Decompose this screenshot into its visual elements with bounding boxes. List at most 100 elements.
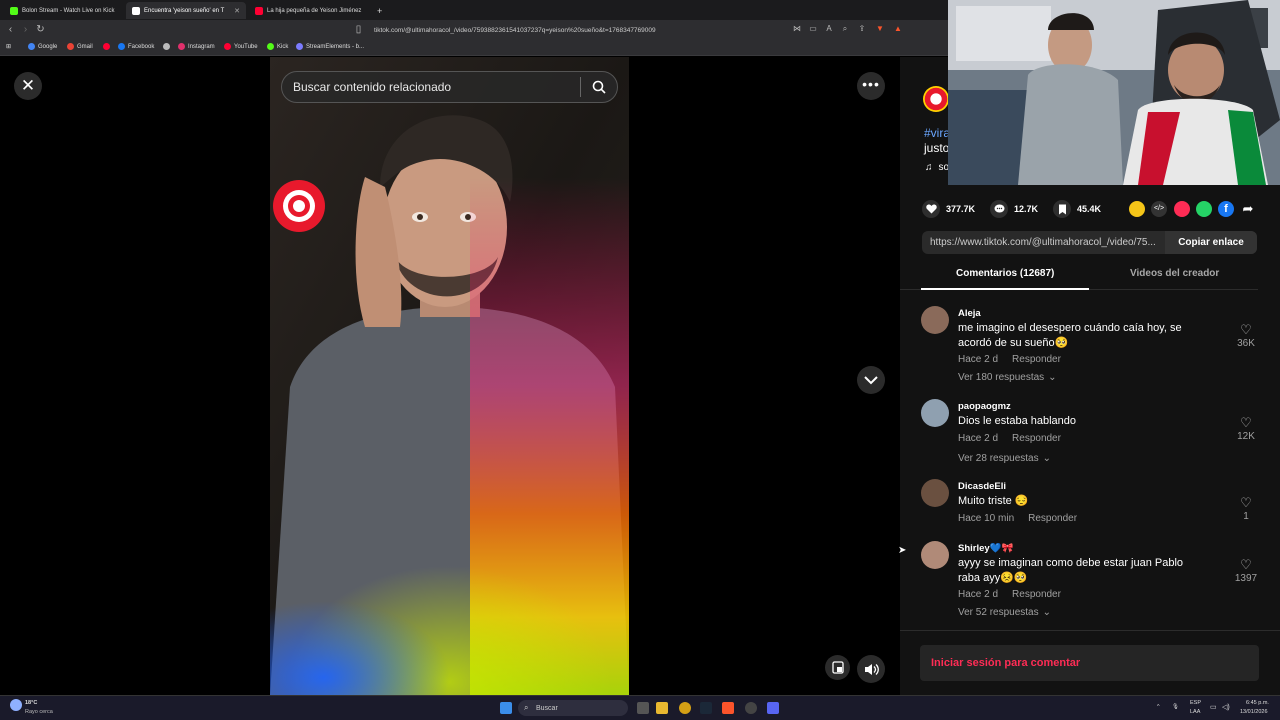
reply-button[interactable]: Responder xyxy=(1012,354,1061,365)
comment-username[interactable]: paopaogmz xyxy=(958,401,1011,412)
comment-username[interactable]: DicasdeEli xyxy=(958,481,1006,492)
embed-icon[interactable]: </> xyxy=(1151,201,1167,217)
next-video-button[interactable] xyxy=(857,366,885,394)
volume-button[interactable] xyxy=(857,655,885,683)
clock-time[interactable]: 6:45 p.m. xyxy=(1246,700,1269,706)
whatsapp-icon[interactable] xyxy=(1196,201,1212,217)
search-button[interactable] xyxy=(581,71,617,103)
bookmark-google[interactable]: Google xyxy=(28,43,57,50)
repost-icon[interactable] xyxy=(1129,201,1145,217)
bookmark-youtube[interactable]: YouTube xyxy=(224,43,258,50)
windows-start-icon[interactable] xyxy=(500,702,512,714)
share-arrow-icon[interactable]: ➦ xyxy=(1240,201,1256,217)
copy-link-button[interactable]: Copiar enlace xyxy=(1165,231,1257,254)
speaker-icon[interactable]: ◁) xyxy=(1222,703,1230,711)
view-replies-button[interactable]: Ver 28 respuestas ⌄ xyxy=(958,453,1051,464)
brave-browser-icon[interactable] xyxy=(722,702,734,714)
avatar[interactable] xyxy=(921,479,949,507)
comment-like-button[interactable]: ♡ 1397 xyxy=(1231,557,1261,584)
share-icon[interactable]: ⇪ xyxy=(857,24,867,34)
avatar[interactable] xyxy=(921,541,949,569)
close-button[interactable]: ✕ xyxy=(14,72,42,100)
heart-outline-icon: ♡ xyxy=(1240,415,1252,430)
bookmark-gmail[interactable]: Gmail xyxy=(67,43,93,50)
login-to-comment-button[interactable]: Iniciar sesión para comentar xyxy=(920,645,1259,681)
bookmark-youtube-short[interactable] xyxy=(103,43,110,50)
back-icon[interactable]: ‹ xyxy=(3,24,18,35)
view-replies-button[interactable]: Ver 52 respuestas ⌄ xyxy=(958,607,1051,618)
bookmark-kick[interactable]: Kick xyxy=(267,43,288,50)
bookmark-icon[interactable]: ▯ xyxy=(351,24,366,35)
video-player[interactable] xyxy=(270,57,629,695)
steam-icon[interactable] xyxy=(700,702,712,714)
comment-meta: Hace 2 d Responder xyxy=(958,354,1061,365)
zoom-icon[interactable]: ⌕ xyxy=(840,24,850,34)
replies-label: Ver 28 respuestas xyxy=(958,453,1039,464)
bookmark-unknown[interactable] xyxy=(163,43,170,50)
tab-kick-stream[interactable]: Bolon Stream - Watch Live on Kick xyxy=(4,2,126,19)
chevron-down-icon: ⌄ xyxy=(1048,372,1057,383)
translate-icon[interactable]: A xyxy=(824,24,834,34)
reload-icon[interactable]: ↻ xyxy=(33,24,48,35)
reply-button[interactable]: Responder xyxy=(1012,433,1061,444)
comment-like-button[interactable]: ♡ 36K xyxy=(1231,322,1261,349)
bookmark-streamelements[interactable]: StreamElements - b... xyxy=(296,43,364,50)
tab-tiktok-search[interactable]: Encuentra 'yeison sueño' en T ✕ xyxy=(126,2,246,19)
comment-like-button[interactable]: ♡ 1 xyxy=(1231,495,1261,522)
avatar[interactable] xyxy=(921,399,949,427)
network-icon[interactable]: ▭ xyxy=(1210,703,1217,711)
new-tab-button[interactable]: + xyxy=(371,2,385,19)
chevron-down-icon: ⌄ xyxy=(1042,607,1051,618)
show-hidden-icons[interactable]: ^ xyxy=(1157,704,1160,710)
music-note-icon: ♫ xyxy=(925,162,933,173)
send-to-friends-icon[interactable] xyxy=(1174,201,1190,217)
url-field[interactable]: tiktok.com/@ultimahoracol_/video/7593882… xyxy=(366,23,866,37)
extension-icon[interactable]: ⋈ xyxy=(792,24,802,34)
microphone-icon[interactable]: 🎙 xyxy=(1172,704,1179,710)
close-tab-icon[interactable]: ✕ xyxy=(234,7,240,15)
app-icon[interactable] xyxy=(745,702,757,714)
related-search-input[interactable] xyxy=(282,80,580,94)
comment-text: Dios le estaba hablando xyxy=(958,415,1077,427)
comment-text: me imagino el desespero cuándo caía hoy,… xyxy=(958,322,1182,349)
language-bottom[interactable]: LAA xyxy=(1190,709,1200,715)
facebook-icon[interactable]: f xyxy=(1218,201,1234,217)
more-options-button[interactable]: ••• xyxy=(857,72,885,100)
heart-icon xyxy=(922,200,940,218)
taskbar-search[interactable]: ⌕ Buscar xyxy=(518,700,628,716)
comment-stat[interactable]: 12.7K xyxy=(990,200,1038,218)
instagram-icon xyxy=(178,43,185,50)
creator-avatar[interactable] xyxy=(923,86,949,112)
comment-username[interactable]: Shirley💙🎀 xyxy=(958,543,1013,554)
extension-icon[interactable]: ▭ xyxy=(808,24,818,34)
view-replies-button[interactable]: Ver 180 respuestas ⌄ xyxy=(958,372,1057,383)
reply-button[interactable]: Responder xyxy=(1028,513,1077,524)
hashtag-link[interactable]: #vira xyxy=(924,126,950,140)
app-icon[interactable] xyxy=(767,702,779,714)
forward-icon[interactable]: › xyxy=(18,24,33,35)
floating-player-button[interactable] xyxy=(825,655,850,680)
chevron-down-icon xyxy=(864,375,878,384)
bookmark-instagram[interactable]: Instagram xyxy=(178,43,215,50)
comment-username[interactable]: Aleja xyxy=(958,308,981,319)
weather-icon[interactable] xyxy=(10,699,22,711)
save-stat[interactable]: 45.4K xyxy=(1053,200,1101,218)
like-stat[interactable]: 377.7K xyxy=(922,200,975,218)
tab-comments[interactable]: Comentarios (12687) xyxy=(956,268,1054,279)
reply-button[interactable]: Responder xyxy=(1012,589,1061,600)
clock-date[interactable]: 13/01/2026 xyxy=(1240,709,1268,715)
app-icon[interactable] xyxy=(679,702,691,714)
youtube-icon xyxy=(103,43,110,50)
bookmark-facebook[interactable]: Facebook xyxy=(118,43,154,50)
tab-youtube[interactable]: La hija pequeña de Yeison Jiménez xyxy=(249,2,369,19)
brave-rewards-icon[interactable]: ▲ xyxy=(893,24,903,34)
comment-like-button[interactable]: ♡ 12K xyxy=(1231,415,1261,442)
avatar[interactable] xyxy=(921,306,949,334)
tab-creator-videos[interactable]: Videos del creador xyxy=(1130,268,1219,279)
file-explorer-icon[interactable] xyxy=(656,702,668,714)
language-top[interactable]: ESP xyxy=(1190,700,1201,706)
task-view-icon[interactable] xyxy=(637,702,649,714)
brave-shield-icon[interactable]: ▼ xyxy=(875,24,885,34)
sound-link[interactable]: ♫ so xyxy=(925,162,949,173)
apps-icon[interactable]: ⊞ xyxy=(6,43,11,50)
